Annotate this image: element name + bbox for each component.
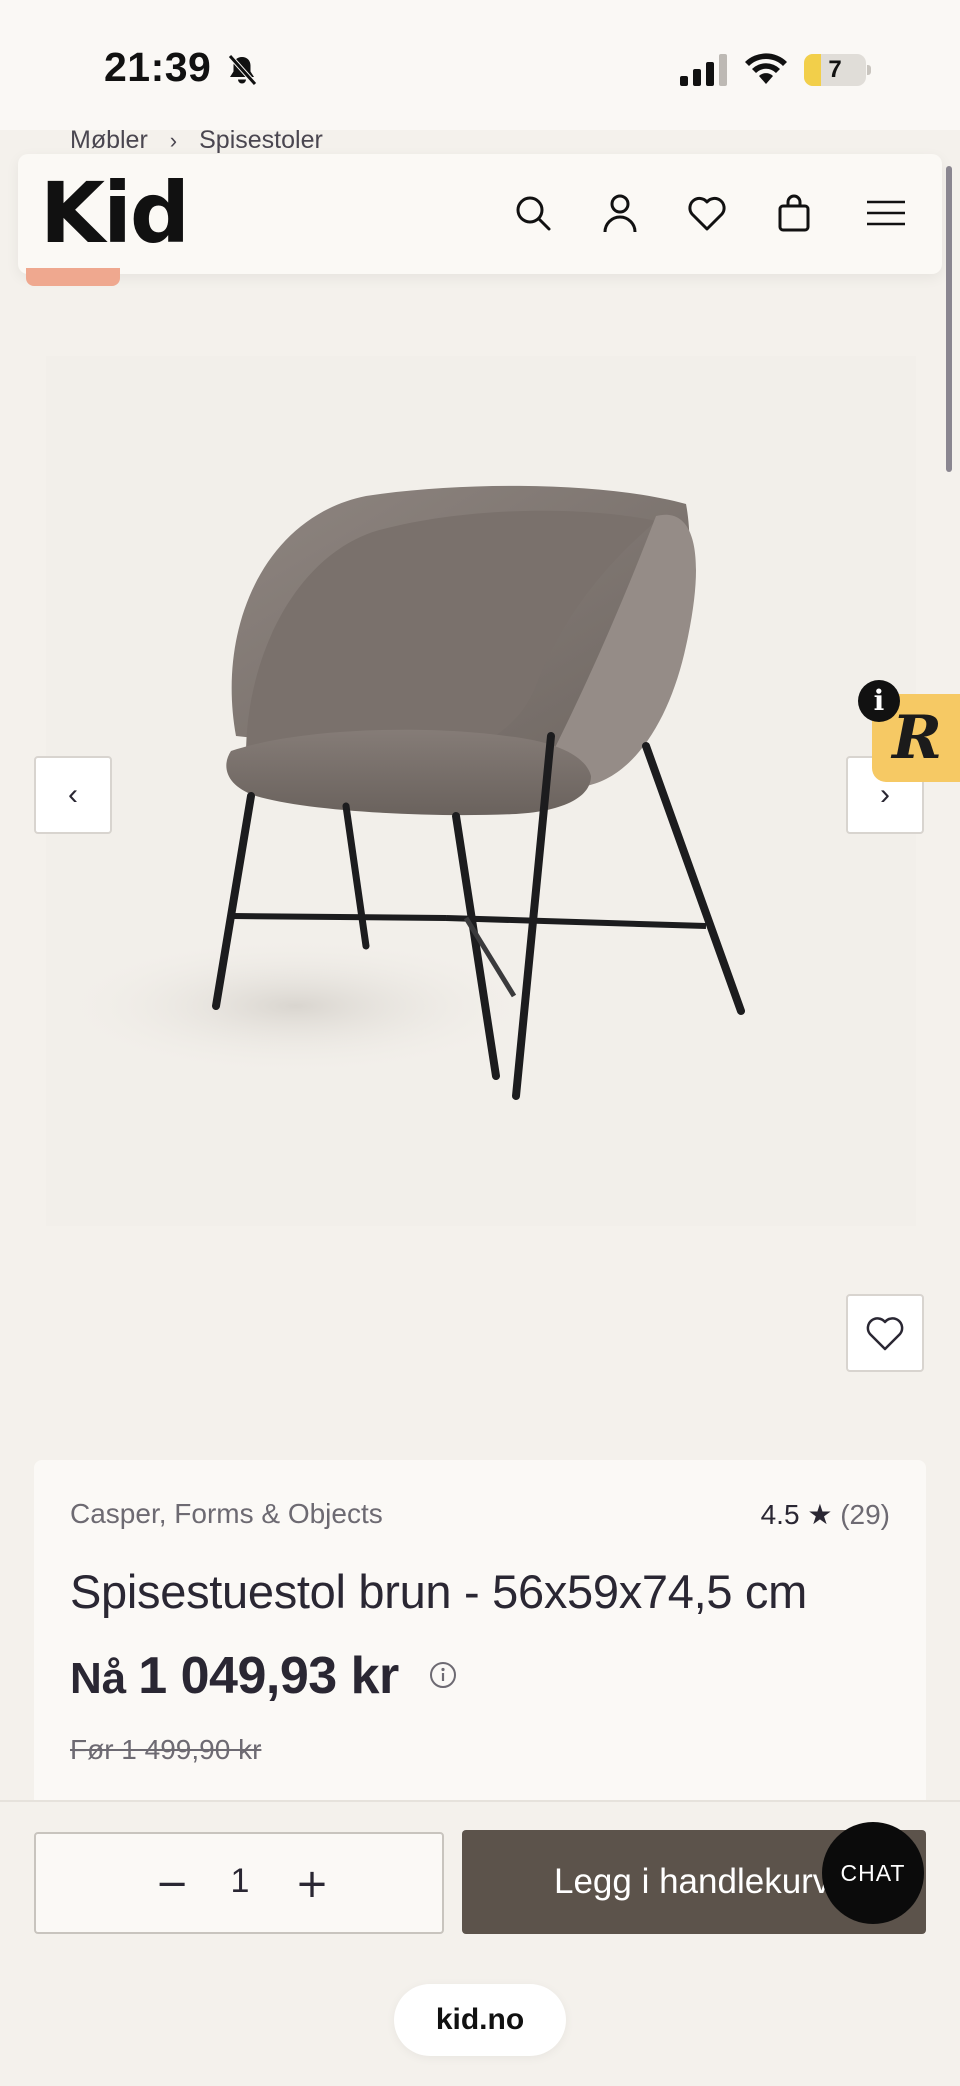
clock: 21:39 — [104, 44, 212, 90]
chevron-right-icon: › — [880, 778, 890, 811]
wifi-icon — [745, 53, 787, 84]
add-to-wishlist-button[interactable] — [846, 1294, 924, 1372]
widget-info-icon[interactable]: i — [858, 680, 900, 722]
price-row: Nå 1 049,93 kr — [70, 1646, 399, 1706]
quantity-value[interactable]: 1 — [212, 1862, 268, 1901]
page-scrollbar[interactable] — [946, 166, 952, 472]
rating-count: (29) — [840, 1499, 890, 1530]
status-bar: 21:39 7 — [0, 0, 960, 130]
chevron-left-icon: ‹ — [68, 778, 78, 811]
product-page: 21:39 7 Møbler › Spisestoler Kid ‹ › R i… — [0, 0, 960, 2086]
search-icon[interactable] — [508, 188, 558, 238]
browser-url-pill[interactable]: kid.no — [394, 1984, 566, 2056]
breadcrumb: Møbler › Spisestoler — [70, 126, 323, 155]
account-icon[interactable] — [595, 188, 645, 238]
breadcrumb-separator: › — [169, 127, 178, 153]
battery-indicator: 7 — [804, 54, 871, 86]
shopping-bag-icon[interactable] — [769, 188, 819, 238]
previous-price: Før 1 499,90 kr — [70, 1734, 262, 1765]
wishlist-heart-icon[interactable] — [682, 188, 732, 238]
cellular-signal-icon — [680, 54, 727, 86]
gallery-prev-button[interactable]: ‹ — [34, 756, 112, 834]
reviews-logo-letter: R — [892, 703, 942, 773]
product-brand[interactable]: Casper, Forms & Objects — [70, 1498, 383, 1530]
quantity-stepper: − 1 + — [34, 1832, 444, 1934]
sale-badge-tab — [26, 268, 120, 286]
rating-score: 4.5 ★ — [760, 1499, 833, 1530]
heart-icon — [866, 1317, 904, 1351]
current-price: 1 049,93 kr — [138, 1647, 399, 1705]
breadcrumb-item-spisestoler[interactable]: Spisestoler — [199, 126, 323, 155]
price-info-icon[interactable] — [428, 1660, 458, 1690]
quantity-decrease-button[interactable]: − — [144, 1856, 200, 1912]
chat-button[interactable]: CHAT — [822, 1822, 924, 1924]
product-title: Spisestuestol brun - 56x59x74,5 cm — [70, 1565, 807, 1618]
silent-bell-icon — [228, 54, 257, 86]
price-label: Nå — [70, 1654, 127, 1703]
product-info-card: Casper, Forms & Objects 4.5 ★ (29) Spise… — [34, 1460, 926, 1820]
breadcrumb-item-mobler[interactable]: Møbler — [70, 126, 148, 155]
battery-percentage: 7 — [828, 56, 842, 83]
product-image[interactable] — [46, 356, 916, 1226]
product-rating[interactable]: 4.5 ★ (29) — [761, 1498, 890, 1531]
chair-illustration — [56, 485, 745, 1100]
menu-icon[interactable] — [856, 188, 916, 238]
site-header: Kid — [18, 154, 942, 274]
kid-logo[interactable]: Kid — [40, 164, 190, 262]
quantity-increase-button[interactable]: + — [284, 1856, 340, 1912]
